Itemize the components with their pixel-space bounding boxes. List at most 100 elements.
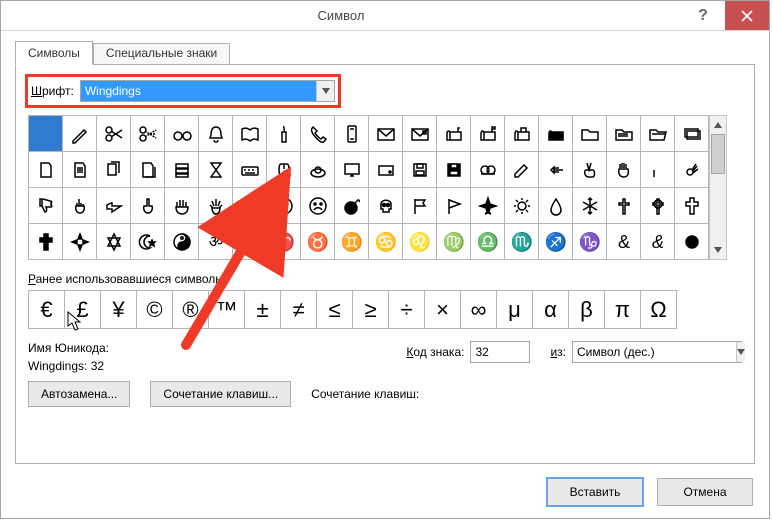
symbol-cell-pencil[interactable]: [63, 116, 97, 152]
symbol-cell-harddisk[interactable]: [369, 152, 403, 188]
tab-symbols[interactable]: Символы: [15, 41, 93, 65]
symbol-cell-phone[interactable]: [301, 116, 335, 152]
symbol-cell-candle[interactable]: [267, 116, 301, 152]
symbol-cell-leo[interactable]: ♌: [403, 224, 437, 260]
code-input[interactable]: [470, 341, 530, 363]
scroll-thumb[interactable]: [711, 134, 725, 174]
symbol-cell-hand-victory[interactable]: [573, 152, 607, 188]
scroll-down-button[interactable]: [710, 241, 726, 259]
recent-symbol[interactable]: π: [605, 291, 641, 329]
help-button[interactable]: ?: [681, 1, 725, 30]
symbol-cell-blank[interactable]: [29, 116, 63, 152]
symbol-cell-floppy[interactable]: [403, 152, 437, 188]
symbol-cell-neutral-face[interactable]: [267, 188, 301, 224]
symbol-cell-aries[interactable]: ♈: [267, 224, 301, 260]
grid-scrollbar[interactable]: [709, 115, 727, 260]
symbol-cell-page-lines[interactable]: [63, 152, 97, 188]
from-combo[interactable]: [572, 341, 742, 363]
symbol-cell-snowflake[interactable]: [573, 188, 607, 224]
symbol-cell-finger-up[interactable]: [131, 188, 165, 224]
symbol-cell-taurus[interactable]: ♉: [301, 224, 335, 260]
symbol-cell-ampersand[interactable]: &: [607, 224, 641, 260]
symbol-cell-phone-cell[interactable]: [335, 116, 369, 152]
recent-symbol[interactable]: ™: [209, 291, 245, 329]
symbol-cell-page[interactable]: [29, 152, 63, 188]
symbol-cell-cross-celtic[interactable]: [641, 188, 675, 224]
recent-symbol[interactable]: ≥: [353, 291, 389, 329]
symbol-cell-star-david[interactable]: [97, 224, 131, 260]
symbol-cell-capricorn[interactable]: ♑: [573, 224, 607, 260]
symbol-cell-trackball[interactable]: [301, 152, 335, 188]
symbol-cell-folder[interactable]: [573, 116, 607, 152]
symbol-cell-cross[interactable]: [607, 188, 641, 224]
symbol-cell-cross-maltese[interactable]: [63, 224, 97, 260]
recent-symbol[interactable]: ∞: [461, 291, 497, 329]
symbol-cell-pennant[interactable]: [437, 188, 471, 224]
cancel-button[interactable]: Отмена: [657, 478, 753, 506]
symbol-cell-folder-stack[interactable]: [675, 116, 709, 152]
symbol-cell-hand-point-right[interactable]: [97, 188, 131, 224]
symbol-cell-libra[interactable]: ♎: [471, 224, 505, 260]
recent-symbol[interactable]: ±: [245, 291, 281, 329]
symbol-cell-pages[interactable]: [97, 152, 131, 188]
symbol-cell-envelope[interactable]: [369, 116, 403, 152]
symbol-cell-gemini[interactable]: ♊: [335, 224, 369, 260]
symbol-cell-bell[interactable]: [199, 116, 233, 152]
symbol-cell-sagittarius[interactable]: ♐: [539, 224, 573, 260]
recent-symbol[interactable]: ÷: [389, 291, 425, 329]
symbol-cell-mouse[interactable]: [267, 152, 301, 188]
symbol-cell-book-open[interactable]: [233, 116, 267, 152]
symbol-cell-cross-outline[interactable]: [675, 188, 709, 224]
recent-symbol[interactable]: ≤: [317, 291, 353, 329]
symbol-cell-om[interactable]: ॐ: [199, 224, 233, 260]
scroll-track[interactable]: [710, 134, 726, 241]
recent-symbol[interactable]: ¥: [101, 291, 137, 329]
symbol-cell-folder-files[interactable]: [607, 116, 641, 152]
recent-symbol[interactable]: ≠: [281, 291, 317, 329]
symbol-cell-wheel[interactable]: [233, 224, 267, 260]
symbol-cell-hand-open[interactable]: [165, 188, 199, 224]
symbol-cell-airplane[interactable]: [471, 188, 505, 224]
recent-symbol[interactable]: β: [569, 291, 605, 329]
symbol-cell-sun[interactable]: [505, 188, 539, 224]
symbol-cell-bomb[interactable]: [335, 188, 369, 224]
chevron-down-icon[interactable]: [736, 342, 745, 362]
recent-symbol[interactable]: £: [65, 291, 101, 329]
symbol-cell-crescent-star[interactable]: [131, 224, 165, 260]
recent-symbol[interactable]: ©: [137, 291, 173, 329]
close-button[interactable]: [725, 1, 769, 30]
symbol-cell-scissors-cut[interactable]: [131, 116, 165, 152]
recent-symbol[interactable]: Ω: [641, 291, 677, 329]
symbol-cell-cancer[interactable]: ♋: [369, 224, 403, 260]
symbol-cell-page-shadow[interactable]: [131, 152, 165, 188]
from-input[interactable]: [573, 342, 736, 362]
symbol-cell-mailbox-open[interactable]: [505, 116, 539, 152]
symbol-cell-mailbox-closed[interactable]: [539, 116, 573, 152]
recent-symbol[interactable]: ×: [425, 291, 461, 329]
symbol-cell-hand-left[interactable]: [539, 152, 573, 188]
symbol-cell-skull[interactable]: [369, 188, 403, 224]
symbol-cell-keyboard[interactable]: [233, 152, 267, 188]
symbol-cell-tape[interactable]: [471, 152, 505, 188]
symbol-cell-ampersand-italic[interactable]: &: [641, 224, 675, 260]
recent-symbol[interactable]: €: [29, 291, 65, 329]
symbol-cell-envelope-stamp[interactable]: [403, 116, 437, 152]
symbol-cell-cross-heavy[interactable]: [29, 224, 63, 260]
symbol-cell-filing[interactable]: [165, 152, 199, 188]
symbol-cell-thumbs-down[interactable]: [29, 188, 63, 224]
symbol-cell-thumbs-up[interactable]: [641, 152, 675, 188]
recent-symbol[interactable]: ®: [173, 291, 209, 329]
symbol-cell-scissors[interactable]: [97, 116, 131, 152]
symbol-cell-mailbox-flag[interactable]: [471, 116, 505, 152]
symbol-cell-frown[interactable]: [301, 188, 335, 224]
scroll-up-button[interactable]: [710, 116, 726, 134]
symbol-cell-scorpio[interactable]: ♏: [505, 224, 539, 260]
symbol-cell-floppy-bold[interactable]: [437, 152, 471, 188]
autocorrect-button[interactable]: Автозамена...: [28, 381, 130, 407]
chevron-down-icon[interactable]: [316, 81, 334, 101]
font-combo[interactable]: [80, 80, 335, 102]
insert-button[interactable]: Вставить: [547, 478, 643, 506]
shortcut-button[interactable]: Сочетание клавиш...: [150, 381, 291, 407]
symbol-cell-smile[interactable]: [233, 188, 267, 224]
symbol-cell-circle-solid[interactable]: [675, 224, 709, 260]
